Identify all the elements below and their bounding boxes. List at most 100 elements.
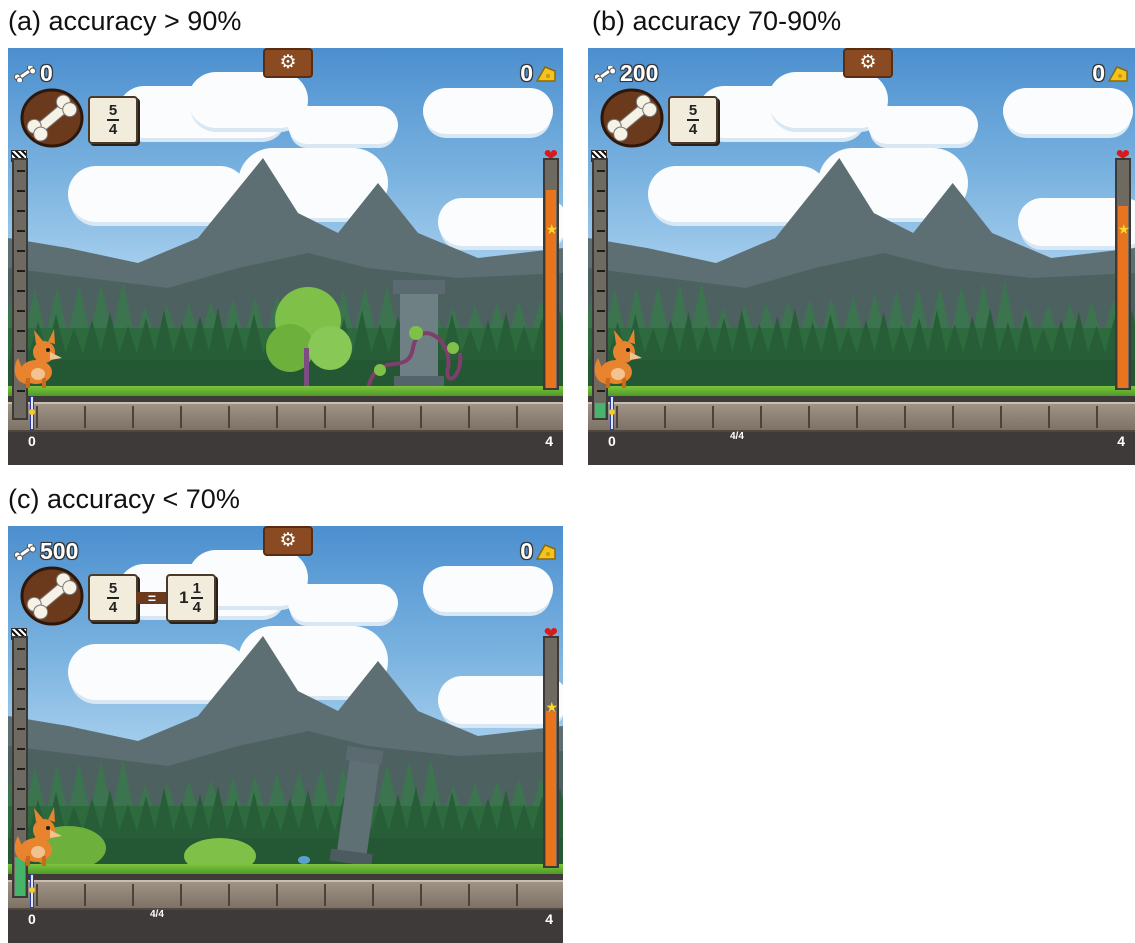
- target-fraction-card: 54: [88, 96, 138, 144]
- cheese-counter: 0: [1092, 60, 1129, 87]
- mixed-whole: 1: [179, 588, 189, 607]
- track-segment-divider: [808, 406, 810, 428]
- meter-tick: [17, 788, 25, 790]
- track-segment-divider: [324, 406, 326, 428]
- track-segment-divider: [1048, 406, 1050, 428]
- settings-button[interactable]: ⚙: [263, 526, 313, 556]
- bone-counter: 0: [12, 60, 53, 87]
- track-segment-divider: [952, 406, 954, 428]
- number-line-track: 04: [8, 396, 563, 465]
- fraction-denominator: 4: [688, 121, 698, 138]
- bone-shield-icon: [20, 566, 84, 626]
- meter-tick: [17, 768, 25, 770]
- equals-connector: =: [136, 591, 168, 605]
- cheese-icon: [1107, 65, 1128, 82]
- health-meter-fill: [546, 710, 556, 866]
- track-segment-divider: [904, 406, 906, 428]
- settings-button[interactable]: ⚙: [843, 48, 893, 78]
- gear-icon: ⚙: [859, 52, 877, 73]
- cheese-counter: 0: [520, 538, 557, 565]
- track-segment-divider: [1096, 406, 1098, 428]
- cheese-count-value: 0: [520, 60, 533, 86]
- health-meter: [543, 636, 559, 868]
- meter-tick: [597, 210, 605, 212]
- track-segment-divider: [468, 406, 470, 428]
- track-end-label: 4: [1117, 433, 1125, 449]
- cheese-counter: 0: [520, 60, 557, 87]
- track-mid-label: 4/4: [730, 431, 744, 442]
- meter-tick: [17, 390, 25, 392]
- track-segment-divider: [324, 884, 326, 906]
- track-segment-divider: [132, 884, 134, 906]
- panel-c-caption: (c) accuracy < 70%: [8, 484, 240, 514]
- marker-knob: [29, 887, 35, 893]
- meter-tick: [597, 230, 605, 232]
- fox-character: [14, 329, 62, 388]
- track-segment-divider: [84, 884, 86, 906]
- track-segment-divider: [712, 406, 714, 428]
- meter-tick: [17, 230, 25, 232]
- track-segment-divider: [516, 884, 518, 906]
- position-marker[interactable]: [29, 874, 35, 908]
- meter-tick: [597, 190, 605, 192]
- grass-ground: [8, 386, 563, 396]
- position-marker[interactable]: [609, 396, 615, 430]
- bone-counter: 500: [12, 538, 78, 565]
- target-fraction-card: 54: [668, 96, 718, 144]
- bone-icon: [593, 65, 617, 82]
- progress-meter-fill: [595, 402, 605, 418]
- track-start-label: 0: [28, 433, 36, 449]
- fraction-denominator: 4: [108, 121, 118, 138]
- number-line-track: 0 4/4 4: [8, 874, 563, 943]
- track-segment-divider: [180, 884, 182, 906]
- settings-button[interactable]: ⚙: [263, 48, 313, 78]
- track-segment-divider: [1000, 406, 1002, 428]
- meter-tick: [17, 210, 25, 212]
- meter-tick: [17, 310, 25, 312]
- bone-count-value: 200: [620, 60, 659, 86]
- track-segment-divider: [856, 406, 858, 428]
- track-segment-divider: [420, 884, 422, 906]
- grass-ground: [588, 386, 1135, 396]
- meter-tick: [597, 310, 605, 312]
- gear-icon: ⚙: [279, 530, 297, 551]
- mixed-numerator: 1: [190, 580, 203, 599]
- mixed-denominator: 4: [192, 599, 201, 616]
- game-panel-b: 0 4/4 4 ❤ ★ ⚙ 200 0 5 4: [588, 48, 1135, 465]
- track-segment-divider: [36, 406, 38, 428]
- star-icon: ★: [1117, 221, 1130, 237]
- track-start-label: 0: [28, 911, 36, 927]
- marker-knob: [29, 409, 35, 415]
- health-meter: [543, 158, 559, 390]
- meter-tick: [17, 748, 25, 750]
- track-segment-divider: [84, 406, 86, 428]
- meter-tick: [17, 170, 25, 172]
- game-panel-c: 0 4/4 4 ❤ ★ ⚙ 500 0 5 4 = 1 1 4: [8, 526, 563, 943]
- meter-tick: [17, 648, 25, 650]
- track-segment-divider: [664, 406, 666, 428]
- track-end-label: 4: [545, 911, 553, 927]
- bone-icon: [13, 543, 37, 560]
- track-segment-divider: [228, 406, 230, 428]
- track-segment-divider: [760, 406, 762, 428]
- position-marker[interactable]: [29, 396, 35, 430]
- meter-tick: [597, 290, 605, 292]
- bone-count-value: 0: [40, 60, 53, 86]
- meter-tick: [17, 688, 25, 690]
- cheese-count-value: 0: [520, 538, 533, 564]
- bone-shield-icon: [20, 88, 84, 148]
- bone-count-value: 500: [40, 538, 79, 564]
- game-panel-a: 0 4 ❤ ★ ⚙ 0 0 5 4: [8, 48, 563, 465]
- cheese-count-value: 0: [1092, 60, 1105, 86]
- track-mid-label: 4/4: [150, 909, 164, 920]
- target-fraction-card: 54: [88, 574, 138, 622]
- fraction-numerator: 5: [106, 102, 120, 121]
- track-start-label: 0: [608, 433, 616, 449]
- fraction-denominator: 4: [108, 599, 118, 616]
- meter-tick: [597, 170, 605, 172]
- track-segment-divider: [228, 884, 230, 906]
- track-end-label: 4: [545, 433, 553, 449]
- health-meter-fill: [546, 189, 556, 388]
- panel-a-caption: (a) accuracy > 90%: [8, 6, 242, 36]
- track-segment-divider: [616, 406, 618, 428]
